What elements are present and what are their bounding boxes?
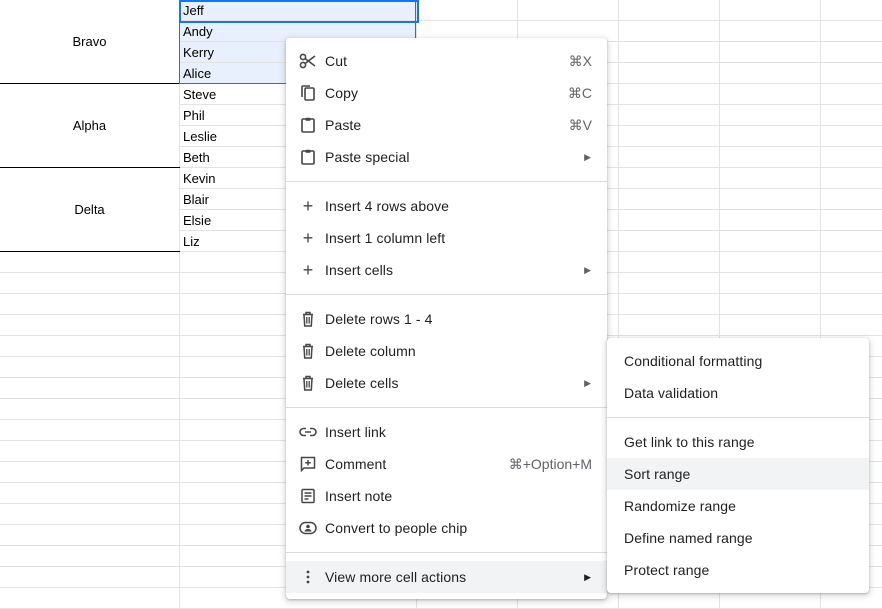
plus-icon: +	[302, 196, 314, 216]
more-vert-icon	[299, 569, 317, 585]
submenu-item-define-named-range[interactable]: Define named range	[607, 522, 869, 554]
context-menu: Cut ⌘X Copy ⌘C Paste ⌘V Paste special ▶ …	[286, 38, 607, 599]
menu-item-label: Delete cells	[325, 375, 399, 391]
menu-item-label: Delete rows 1 - 4	[325, 311, 433, 327]
submenu-item-label: Data validation	[624, 385, 719, 401]
cell-actions-submenu: Conditional formatting Data validation G…	[607, 338, 869, 593]
submenu-arrow-icon: ▶	[584, 151, 591, 162]
trash-icon	[299, 311, 317, 327]
menu-item-comment[interactable]: Comment ⌘+Option+M	[286, 448, 607, 480]
menu-item-insert-link[interactable]: Insert link	[286, 416, 607, 448]
menu-item-label: Insert note	[325, 488, 393, 504]
cell-name[interactable]: Kevin	[183, 168, 216, 189]
group-label-delta[interactable]: Delta	[0, 202, 179, 217]
menu-item-insert-column[interactable]: + Insert 1 column left	[286, 222, 607, 254]
submenu-item-randomize-range[interactable]: Randomize range	[607, 490, 869, 522]
menu-divider	[607, 417, 869, 418]
cell-name[interactable]: Blair	[183, 189, 209, 210]
cell-name[interactable]: Elsie	[183, 210, 211, 231]
menu-divider	[286, 407, 607, 408]
clipboard-icon	[299, 149, 317, 165]
submenu-arrow-icon: ▶	[584, 571, 591, 582]
menu-item-label: Cut	[325, 53, 348, 69]
shortcut-text: ⌘+Option+M	[508, 455, 592, 472]
menu-item-label: Insert 4 rows above	[325, 198, 450, 214]
cell-name[interactable]: Leslie	[183, 126, 217, 147]
cell-name[interactable]: Beth	[183, 147, 210, 168]
group-label-alpha[interactable]: Alpha	[0, 118, 179, 133]
menu-item-paste[interactable]: Paste ⌘V	[286, 109, 607, 141]
add-comment-icon	[299, 456, 317, 472]
cell-name[interactable]: Steve	[183, 84, 216, 105]
cell-name[interactable]: Phil	[183, 105, 205, 126]
group-label-bravo[interactable]: Bravo	[0, 34, 179, 49]
menu-divider	[286, 181, 607, 182]
submenu-item-data-validation[interactable]: Data validation	[607, 377, 869, 409]
menu-item-label: Convert to people chip	[325, 520, 468, 536]
menu-item-label: Insert 1 column left	[325, 230, 446, 246]
active-cell-border	[179, 0, 419, 23]
menu-item-insert-cells[interactable]: + Insert cells ▶	[286, 254, 607, 286]
menu-item-label: Insert link	[325, 424, 387, 440]
submenu-arrow-icon: ▶	[584, 377, 591, 388]
menu-item-delete-column[interactable]: Delete column	[286, 335, 607, 367]
menu-item-label: Paste special	[325, 149, 410, 165]
menu-item-label: View more cell actions	[325, 569, 467, 585]
submenu-arrow-icon: ▶	[584, 264, 591, 275]
menu-item-label: Copy	[325, 85, 359, 101]
copy-icon	[299, 85, 317, 101]
menu-item-view-more-cell-actions[interactable]: View more cell actions ▶	[286, 561, 607, 593]
menu-item-label: Delete column	[325, 343, 416, 359]
menu-divider	[286, 552, 607, 553]
menu-item-delete-cells[interactable]: Delete cells ▶	[286, 367, 607, 399]
shortcut-text: ⌘C	[567, 84, 592, 101]
note-icon	[299, 488, 317, 504]
menu-item-insert-note[interactable]: Insert note	[286, 480, 607, 512]
submenu-item-label: Protect range	[624, 562, 710, 578]
link-icon	[299, 424, 317, 440]
trash-icon	[299, 343, 317, 359]
menu-item-copy[interactable]: Copy ⌘C	[286, 77, 607, 109]
person-chip-icon	[299, 520, 317, 536]
submenu-item-get-link[interactable]: Get link to this range	[607, 426, 869, 458]
clipboard-icon	[299, 117, 317, 133]
shortcut-text: ⌘V	[568, 116, 592, 133]
submenu-item-label: Get link to this range	[624, 434, 755, 450]
shortcut-text: ⌘X	[568, 52, 592, 69]
menu-item-cut[interactable]: Cut ⌘X	[286, 45, 607, 77]
menu-item-label: Paste	[325, 117, 362, 133]
menu-item-paste-special[interactable]: Paste special ▶	[286, 141, 607, 173]
menu-divider	[286, 294, 607, 295]
scissors-icon	[299, 53, 317, 69]
cell-name[interactable]: Liz	[183, 231, 200, 252]
submenu-item-label: Sort range	[624, 466, 691, 482]
menu-item-label: Comment	[325, 456, 387, 472]
submenu-item-label: Conditional formatting	[624, 353, 763, 369]
submenu-item-label: Randomize range	[624, 498, 737, 514]
plus-icon: +	[302, 260, 314, 280]
submenu-item-sort-range[interactable]: Sort range	[607, 458, 869, 490]
submenu-item-protect-range[interactable]: Protect range	[607, 554, 869, 586]
menu-item-insert-rows[interactable]: + Insert 4 rows above	[286, 190, 607, 222]
menu-item-label: Insert cells	[325, 262, 394, 278]
submenu-item-label: Define named range	[624, 530, 753, 546]
submenu-item-conditional-formatting[interactable]: Conditional formatting	[607, 345, 869, 377]
trash-icon	[299, 375, 317, 391]
menu-item-delete-rows[interactable]: Delete rows 1 - 4	[286, 303, 607, 335]
plus-icon: +	[302, 228, 314, 248]
menu-item-people-chip[interactable]: Convert to people chip	[286, 512, 607, 544]
